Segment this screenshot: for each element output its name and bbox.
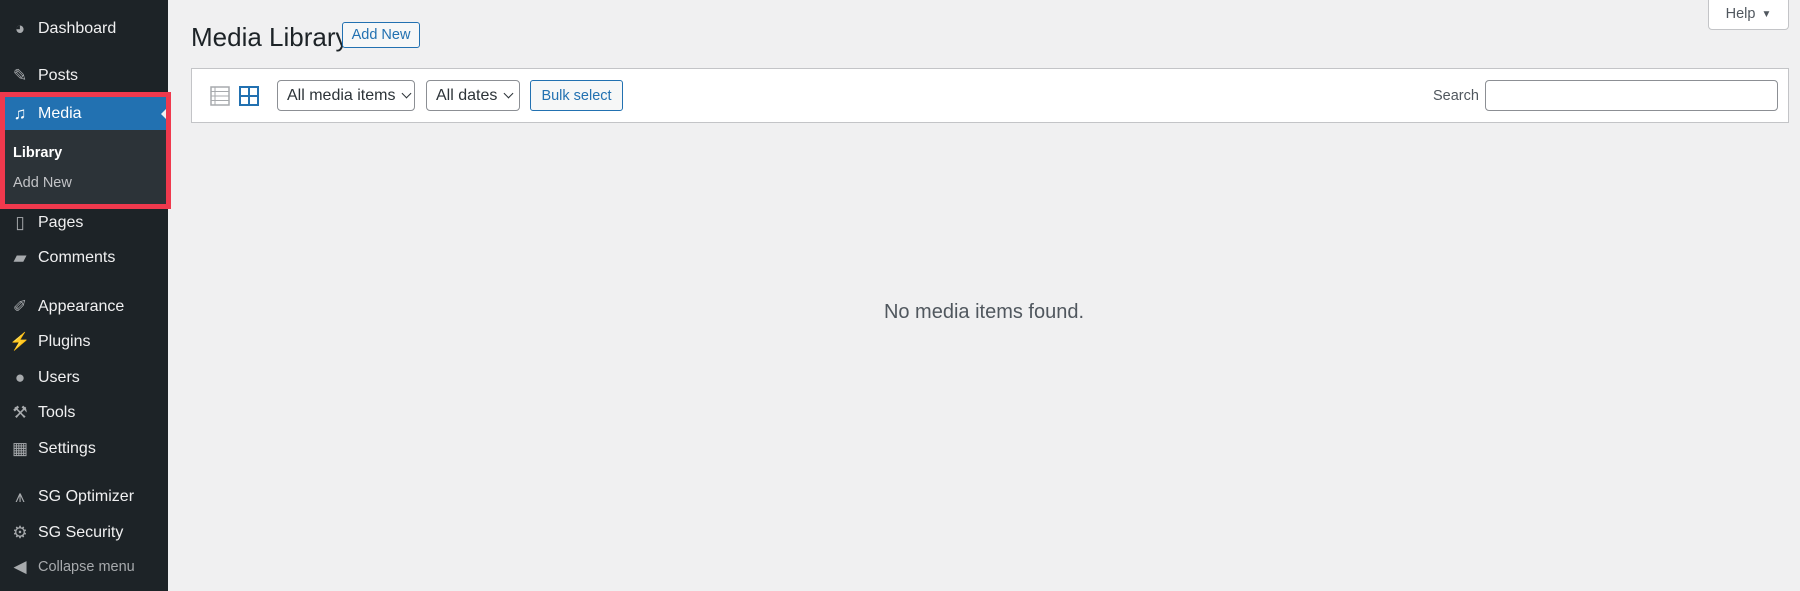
sidebar-item-label: Users: [38, 369, 80, 386]
help-button[interactable]: Help ▼: [1708, 0, 1789, 30]
caret-down-icon: ▼: [1761, 8, 1772, 20]
sidebar-item-sg-security[interactable]: ⚙ SG Security: [0, 516, 168, 550]
pages-icon: ▯: [15, 213, 25, 232]
sidebar-item-label: SG Optimizer: [38, 488, 135, 505]
media-type-filter[interactable]: All media items: [277, 80, 415, 111]
sidebar-item-label: Posts: [38, 67, 79, 84]
sidebar-item-pages[interactable]: ▯ Pages: [0, 206, 168, 240]
sidebar-item-tools[interactable]: ⚒ Tools: [0, 396, 168, 430]
sidebar-item-label: SG Security: [38, 524, 124, 541]
sidebar-item-label: Settings: [38, 440, 96, 457]
collapse-menu-label: Collapse menu: [38, 559, 135, 575]
chevron-down-icon: [503, 88, 514, 99]
sidebar-item-label: Pages: [38, 214, 84, 231]
date-value: All dates: [436, 86, 498, 104]
date-filter[interactable]: All dates: [426, 80, 520, 111]
media-submenu: Library Add New: [0, 130, 168, 208]
sidebar-item-posts[interactable]: ✎ Posts: [0, 59, 168, 93]
search-label: Search: [1433, 88, 1479, 104]
dashboard-icon: ◕: [14, 19, 26, 38]
sidebar-item-sg-optimizer[interactable]: ⩚ SG Optimizer: [0, 480, 168, 514]
grid-view-icon[interactable]: [239, 86, 259, 106]
sidebar-item-label: Comments: [38, 249, 116, 266]
empty-message: No media items found.: [883, 301, 1085, 323]
sidebar-item-label: Dashboard: [38, 20, 117, 37]
sidebar-item-dashboard[interactable]: ◕ Dashboard: [0, 12, 168, 46]
wrench-icon: ⚒: [12, 403, 28, 422]
gear-lock-icon: ⚙: [12, 523, 28, 542]
settings-icon: ▦: [11, 439, 29, 458]
sidebar-item-label: Media: [38, 105, 82, 122]
collapse-arrow-icon: ◀: [13, 557, 27, 576]
sidebar-item-label: Tools: [38, 404, 76, 421]
bulk-select-button[interactable]: Bulk select: [530, 80, 623, 111]
sidebar-item-users[interactable]: ● Users: [0, 361, 168, 395]
plug-icon: ⚡: [9, 332, 31, 351]
help-label: Help: [1725, 6, 1756, 22]
sg-optimizer-icon: ⩚: [15, 487, 25, 506]
media-type-value: All media items: [287, 86, 396, 104]
user-icon: ●: [14, 368, 26, 387]
sidebar-item-settings[interactable]: ▦ Settings: [0, 432, 168, 466]
submenu-add-new[interactable]: Add New: [13, 175, 72, 191]
pin-icon: ✎: [12, 66, 28, 85]
search-input[interactable]: [1485, 80, 1778, 111]
page-title: Media Library: [191, 22, 349, 52]
admin-sidebar: ◕ Dashboard ✎ Posts ♫ Media Library Add New…: [0, 0, 168, 591]
media-icon: ♫: [13, 104, 27, 123]
collapse-menu-button[interactable]: ◀ Collapse menu: [0, 550, 168, 584]
chevron-down-icon: [402, 88, 412, 99]
media-toolbar: All media items All dates Bulk select Se…: [191, 68, 1789, 123]
sidebar-item-comments[interactable]: ▰ Comments: [0, 241, 168, 275]
list-view-icon[interactable]: [210, 86, 230, 106]
sidebar-item-label: Plugins: [38, 333, 91, 350]
sidebar-item-plugins[interactable]: ⚡ Plugins: [0, 325, 168, 359]
sidebar-item-media[interactable]: ♫ Media: [0, 97, 168, 131]
comment-icon: ▰: [13, 248, 27, 267]
add-new-button[interactable]: Add New: [342, 22, 420, 48]
submenu-library[interactable]: Library: [13, 145, 62, 161]
